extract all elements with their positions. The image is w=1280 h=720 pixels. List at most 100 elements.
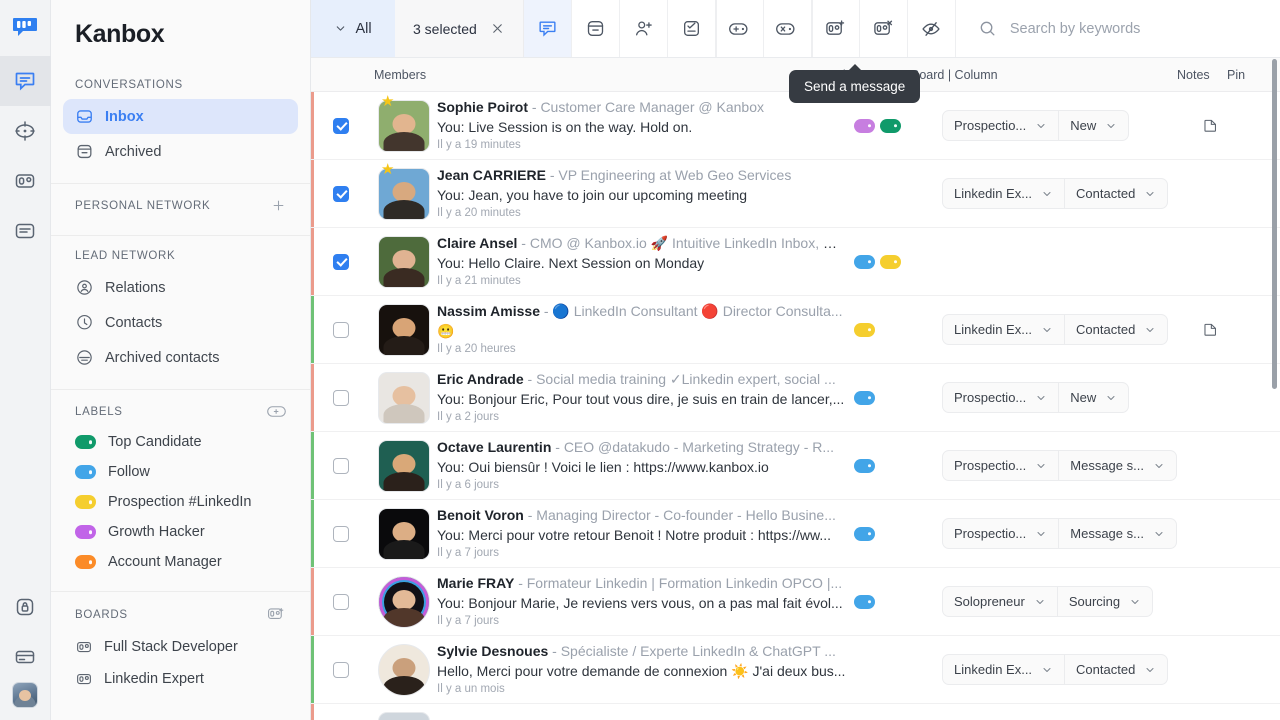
sidebar-item-archived[interactable]: Archived	[63, 134, 298, 169]
archive-button[interactable]	[572, 0, 620, 57]
board-column-selector[interactable]: Prospectio... New	[942, 110, 1130, 141]
mark-unread-button[interactable]	[908, 0, 956, 57]
row-label-chip[interactable]	[854, 594, 875, 609]
row-label-chip[interactable]	[854, 390, 875, 405]
board-dropdown[interactable]: Linkedin Ex...	[943, 179, 1064, 208]
column-dropdown[interactable]: Message s...	[1058, 451, 1176, 480]
search-input[interactable]	[1009, 20, 1258, 37]
board-dropdown[interactable]: Prospectio...	[943, 519, 1058, 548]
sidebar-label-item[interactable]: Top Candidate	[63, 427, 298, 457]
row-label-chip[interactable]	[854, 526, 875, 541]
rail-inbox[interactable]	[0, 56, 51, 106]
column-dropdown[interactable]: Contacted	[1064, 315, 1167, 344]
board-column-selector[interactable]: Linkedin Ex... Contacted	[942, 654, 1169, 685]
board-column-selector[interactable]: Linkedin Ex... Contacted	[942, 178, 1169, 209]
board-column-selector[interactable]: Solopreneur Sourcing	[942, 586, 1154, 617]
add-contact-button[interactable]	[620, 0, 668, 57]
table-row[interactable]: Eric Andrade - Social media training ✓Li…	[311, 364, 1280, 432]
sidebar-item-contacts[interactable]: Contacts	[63, 305, 298, 340]
note-icon[interactable]	[1202, 321, 1219, 338]
table-row[interactable]: Sylvie Desnoues - Spécialiste / Experte …	[311, 636, 1280, 704]
star-icon[interactable]: ★	[381, 94, 394, 109]
add-label-button[interactable]	[267, 404, 286, 419]
avatar[interactable]	[378, 235, 430, 288]
table-row[interactable]: ★ Jean CARRIERE - VP Engineering at Web …	[311, 160, 1280, 228]
sidebar-label-item[interactable]: Account Manager	[63, 547, 298, 577]
vertical-scrollbar[interactable]	[1272, 59, 1277, 389]
sidebar-item-inbox[interactable]: Inbox	[63, 99, 298, 134]
board-column-selector[interactable]: Prospectio... Message s...	[942, 518, 1177, 549]
sidebar-item-archived-contacts[interactable]: Archived contacts	[63, 340, 298, 375]
remove-label-button[interactable]	[764, 0, 812, 57]
column-dropdown[interactable]: Message s...	[1058, 519, 1176, 548]
rail-targeting[interactable]	[0, 106, 51, 156]
note-icon[interactable]	[1202, 117, 1219, 134]
add-task-button[interactable]	[668, 0, 716, 57]
column-dropdown[interactable]: New	[1058, 383, 1128, 412]
avatar[interactable]	[378, 507, 430, 560]
board-dropdown[interactable]: Prospectio...	[943, 111, 1058, 140]
remove-from-board-button[interactable]	[860, 0, 908, 57]
board-dropdown[interactable]: Prospectio...	[943, 383, 1058, 412]
column-dropdown[interactable]: New	[1058, 111, 1128, 140]
column-dropdown[interactable]: Sourcing	[1056, 587, 1152, 616]
add-personal-network-button[interactable]	[271, 198, 286, 213]
avatar[interactable]	[378, 439, 430, 492]
send-message-button[interactable]	[523, 0, 572, 57]
table-row[interactable]: Benoit Voron - Managing Director - Co-fo…	[311, 500, 1280, 568]
row-label-chip[interactable]	[880, 118, 901, 133]
add-label-button[interactable]	[715, 0, 764, 57]
row-label-chip[interactable]	[854, 458, 875, 473]
row-checkbox[interactable]	[333, 117, 349, 134]
board-dropdown[interactable]: Prospectio...	[943, 451, 1058, 480]
sidebar-board-item[interactable]: Linkedin Expert	[63, 663, 298, 695]
sidebar-label-item[interactable]: Follow	[63, 457, 298, 487]
rail-templates[interactable]	[0, 206, 51, 256]
avatar[interactable]	[378, 711, 430, 720]
star-icon[interactable]: ★	[381, 162, 394, 177]
table-row[interactable]: Nassim Amisse - 🔵 LinkedIn Consultant 🔴 …	[311, 296, 1280, 364]
add-to-board-button[interactable]	[811, 0, 860, 57]
column-dropdown[interactable]: Contacted	[1064, 179, 1167, 208]
board-column-selector[interactable]: Prospectio... New	[942, 382, 1130, 413]
avatar[interactable]	[378, 303, 430, 356]
column-dropdown[interactable]: Contacted	[1064, 655, 1167, 684]
table-row[interactable]: Marie FRAY - Formateur Linkedin | Format…	[311, 568, 1280, 636]
row-label-chip[interactable]	[854, 254, 875, 269]
sidebar-board-item[interactable]: Full Stack Developer	[63, 631, 298, 663]
row-checkbox[interactable]	[333, 321, 349, 338]
kanban-logo-icon[interactable]	[12, 16, 38, 38]
table-row[interactable]: Octave Laurentin - CEO @datakudo - Marke…	[311, 432, 1280, 500]
row-checkbox[interactable]	[333, 593, 349, 610]
sidebar-item-relations[interactable]: Relations	[63, 270, 298, 305]
close-icon[interactable]	[490, 21, 505, 36]
row-checkbox[interactable]	[333, 185, 349, 202]
table-row[interactable]: Claire Ansel - CMO @ Kanbox.io 🚀 Intuiti…	[311, 228, 1280, 296]
conversation-list[interactable]: ★ Sophie Poirot - Customer Care Manager …	[311, 92, 1280, 720]
row-checkbox[interactable]	[333, 253, 349, 270]
row-checkbox[interactable]	[333, 661, 349, 678]
rail-boards[interactable]	[0, 156, 51, 206]
table-row[interactable]: Andréa Brouvart - Business Manager Senio…	[311, 704, 1280, 720]
avatar[interactable]	[12, 682, 38, 708]
row-label-chip[interactable]	[854, 322, 875, 337]
row-checkbox[interactable]	[333, 389, 349, 406]
avatar[interactable]	[378, 643, 430, 696]
avatar[interactable]	[378, 575, 430, 628]
row-checkbox[interactable]	[333, 457, 349, 474]
sidebar-label-item[interactable]: Growth Hacker	[63, 517, 298, 547]
board-column-selector[interactable]: Linkedin Ex... Contacted	[942, 314, 1169, 345]
rail-billing[interactable]	[0, 632, 51, 682]
row-label-chip[interactable]	[880, 254, 901, 269]
sidebar-label-item[interactable]: Prospection #LinkedIn	[63, 487, 298, 517]
board-column-selector[interactable]: Prospectio... Message s...	[942, 450, 1177, 481]
rail-security[interactable]	[0, 582, 51, 632]
filter-all-dropdown[interactable]: All	[311, 0, 395, 57]
board-dropdown[interactable]: Linkedin Ex...	[943, 655, 1064, 684]
avatar[interactable]	[378, 371, 430, 424]
board-dropdown[interactable]: Linkedin Ex...	[943, 315, 1064, 344]
row-label-chip[interactable]	[854, 118, 875, 133]
board-dropdown[interactable]: Solopreneur	[943, 587, 1057, 616]
row-checkbox[interactable]	[333, 525, 349, 542]
add-board-button[interactable]	[267, 606, 286, 623]
